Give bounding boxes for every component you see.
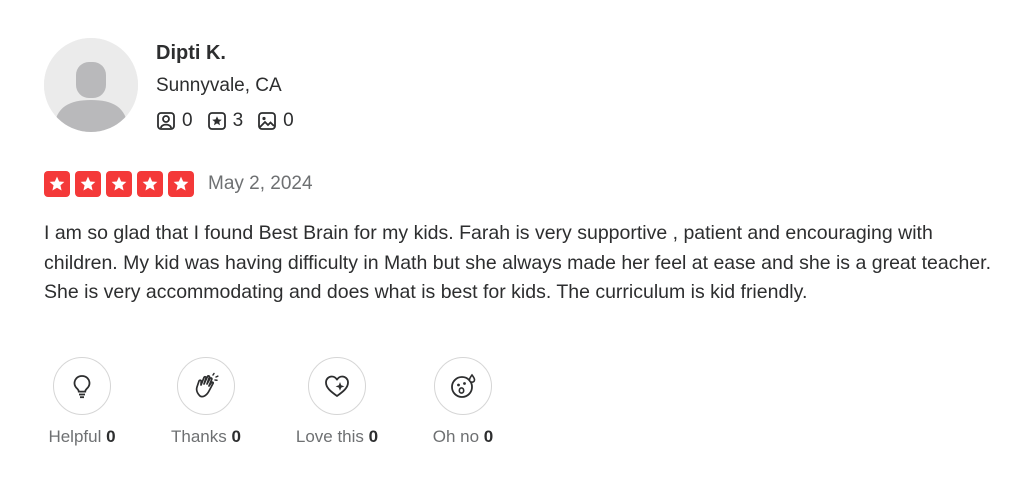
reviewer-stats: 0 3 0 (156, 110, 308, 132)
review-star-icon (207, 112, 226, 130)
reviews-stat: 3 (207, 110, 244, 132)
helpful-button[interactable] (53, 357, 111, 415)
photo-icon (258, 112, 277, 130)
review-text: I am so glad that I found Best Brain for… (44, 222, 991, 303)
star-icon (106, 171, 132, 197)
reaction-oh-no[interactable]: Oh no 0 (423, 357, 503, 447)
shocked-face-icon (451, 373, 476, 398)
reviewer-location: Sunnyvale, CA (156, 75, 282, 96)
reviews-count: 3 (232, 110, 244, 131)
lightbulb-icon (73, 375, 91, 399)
photos-stat: 0 (257, 110, 294, 132)
friends-icon (157, 112, 175, 130)
thanks-button[interactable] (177, 357, 235, 415)
avatar[interactable] (44, 38, 138, 132)
thanks-count: 0 (231, 427, 241, 446)
oh-no-button[interactable] (434, 357, 492, 415)
friends-count: 0 (182, 110, 193, 131)
reaction-love-this[interactable]: Love this 0 (288, 357, 386, 447)
review-date: May 2, 2024 (208, 173, 313, 194)
friends-stat: 0 (156, 110, 193, 132)
rating-row: May 2, 2024 (44, 171, 313, 197)
love-this-label: Love this 0 (295, 427, 379, 446)
oh-no-label: Oh no 0 (432, 427, 494, 446)
star-icon (137, 171, 163, 197)
reaction-helpful[interactable]: Helpful 0 (44, 357, 120, 447)
star-icon (75, 171, 101, 197)
star-icon (44, 171, 70, 197)
star-icon (168, 171, 194, 197)
star-rating (44, 171, 199, 197)
clapping-hands-icon (195, 372, 219, 398)
love-this-count: 0 (368, 427, 379, 446)
reviewer-name[interactable]: Dipti K. (156, 42, 226, 65)
photos-count: 0 (283, 110, 294, 131)
helpful-label: Helpful 0 (48, 427, 116, 446)
helpful-count: 0 (106, 427, 116, 446)
user-silhouette-icon (44, 38, 138, 132)
heart-sparkle-icon (325, 375, 349, 397)
thanks-label: Thanks 0 (171, 427, 241, 446)
oh-no-count: 0 (483, 427, 494, 446)
love-this-button[interactable] (308, 357, 366, 415)
reaction-thanks[interactable]: Thanks 0 (162, 357, 250, 447)
